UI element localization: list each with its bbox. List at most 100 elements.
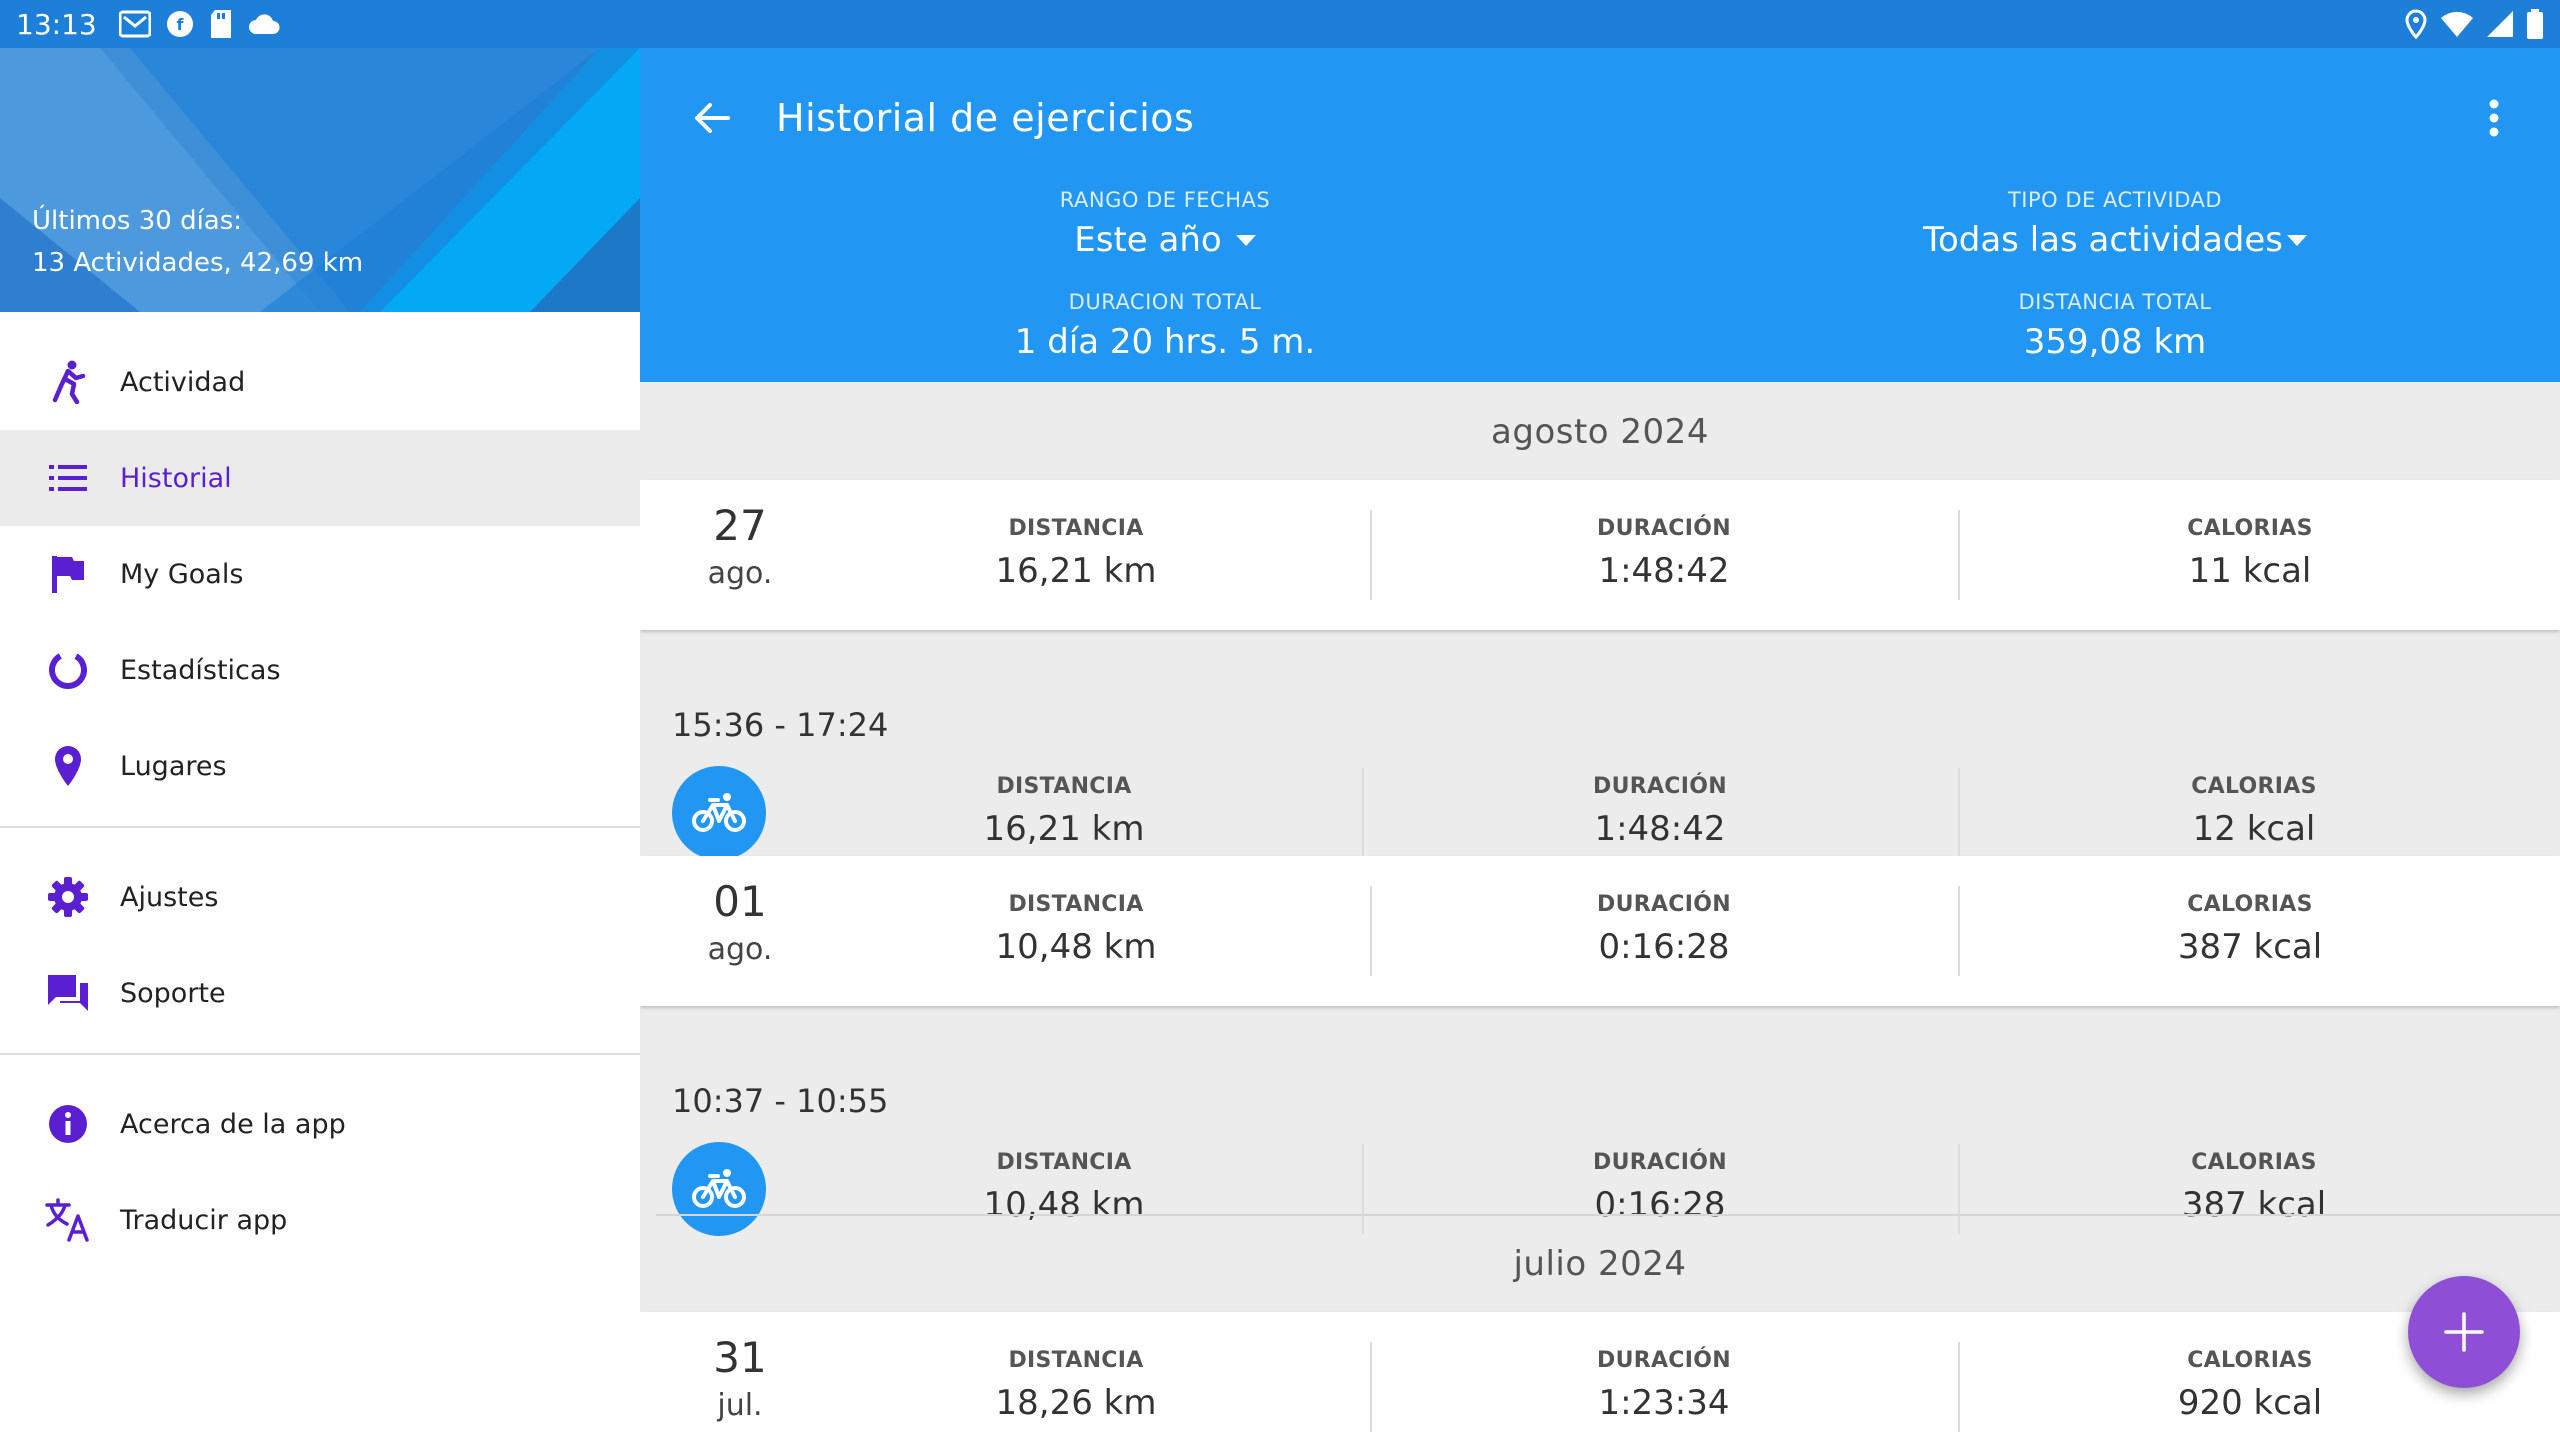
stat-value: 16,21 km <box>983 809 1145 849</box>
day-summary-row[interactable]: 01 ago. DISTANCIA 10,48 km DURACIÓN 0:16… <box>640 856 2560 1006</box>
drawer-item-label: My Goals <box>120 558 244 590</box>
status-time: 13:13 <box>16 7 97 41</box>
day-distance: DISTANCIA 16,21 km <box>876 516 1276 591</box>
stat-label: CALORIAS <box>2191 774 2317 799</box>
drawer-item-actividad[interactable]: Actividad <box>0 334 640 430</box>
status-bar: 13:13 f <box>0 0 2560 48</box>
flag-icon <box>44 550 92 598</box>
drawer-item-label: Lugares <box>120 750 227 782</box>
drawer-divider <box>0 1053 640 1055</box>
stat-value: 0:16:28 <box>1598 927 1730 967</box>
day-number: 01 <box>713 877 767 926</box>
day-number: 27 <box>713 501 767 550</box>
session-duration: DURACIÓN 1:48:42 <box>1460 774 1860 849</box>
total-duration: DURACION TOTAL 1 día 20 hrs. 5 m. <box>815 290 1515 362</box>
drawer-item-traducir[interactable]: Traducir app <box>0 1172 640 1268</box>
stat-value: 387 kcal <box>2177 927 2323 967</box>
stat-value: 16,21 km <box>995 551 1157 591</box>
day-number: 31 <box>713 1333 767 1382</box>
total-duration-value: 1 día 20 hrs. 5 m. <box>1014 322 1316 362</box>
running-person-icon <box>44 358 92 406</box>
navigation-drawer: Últimos 30 días: 13 Actividades, 42,69 k… <box>0 48 640 1440</box>
stat-label: DURACIÓN <box>1597 892 1731 917</box>
column-divider <box>1370 510 1372 600</box>
drawer-item-my-goals[interactable]: My Goals <box>0 526 640 622</box>
drawer-header: Últimos 30 días: 13 Actividades, 42,69 k… <box>0 48 640 312</box>
drawer-item-label: Soporte <box>120 977 226 1009</box>
gmail-icon <box>118 10 151 38</box>
app-bar: Historial de ejercicios RANGO DE FECHAS … <box>640 48 2560 382</box>
stat-value: 1:48:42 <box>1598 551 1730 591</box>
day-month: ago. <box>707 932 773 967</box>
column-divider <box>1958 1342 1960 1432</box>
day-summary-row[interactable]: 31 jul. DISTANCIA 18,26 km DURACIÓN 1:23… <box>640 1312 2560 1440</box>
stat-label: DURACIÓN <box>1597 516 1731 541</box>
total-distance-label: DISTANCIA TOTAL <box>2018 290 2212 314</box>
list-icon <box>44 454 92 502</box>
drawer-item-label: Historial <box>120 462 232 494</box>
stat-label: CALORIAS <box>2187 1348 2313 1373</box>
drawer-item-label: Ajustes <box>120 881 219 913</box>
date-range-value: Este año <box>1074 220 1222 260</box>
drawer-item-historial[interactable]: Historial <box>0 430 640 526</box>
drawer-item-acerca[interactable]: Acerca de la app <box>0 1076 640 1172</box>
day-summary-row[interactable]: 27 ago. DISTANCIA 16,21 km DURACIÓN 1:48… <box>640 480 2560 630</box>
caret-down-icon <box>2287 234 2308 246</box>
arrow-left-icon <box>695 103 730 133</box>
day-calories: CALORIAS 11 kcal <box>2050 516 2450 591</box>
activity-type-filter[interactable]: TIPO DE ACTIVIDAD Todas las actividades <box>1765 188 2465 260</box>
more-vert-icon <box>2489 99 2499 137</box>
add-activity-button[interactable] <box>2408 1276 2520 1388</box>
activity-type-badge <box>672 766 766 860</box>
svg-text:f: f <box>176 15 184 34</box>
location-icon <box>2404 9 2428 39</box>
stat-label: DISTANCIA <box>1008 892 1144 917</box>
drawer-divider <box>0 826 640 828</box>
info-icon <box>44 1100 92 1148</box>
stat-value: 18,26 km <box>995 1383 1157 1423</box>
overflow-menu-button[interactable] <box>2470 90 2518 146</box>
month-header: agosto 2024 <box>1491 412 1709 452</box>
translate-icon <box>44 1196 92 1244</box>
date-range-filter[interactable]: RANGO DE FECHAS Este año <box>815 188 1515 260</box>
bicycle-icon <box>692 1169 746 1208</box>
day-date: 01 ago. <box>660 876 820 972</box>
stat-value: 1:48:42 <box>1594 809 1726 849</box>
drawer-item-soporte[interactable]: Soporte <box>0 945 640 1041</box>
session-distance: DISTANCIA 16,21 km <box>864 774 1264 849</box>
drawer-item-ajustes[interactable]: Ajustes <box>0 849 640 945</box>
stat-label: DISTANCIA <box>996 774 1132 799</box>
activity-type-label: TIPO DE ACTIVIDAD <box>2007 188 2223 212</box>
wifi-icon <box>2440 10 2474 38</box>
total-distance: DISTANCIA TOTAL 359,08 km <box>1765 290 2465 362</box>
summary-totals: 13 Actividades, 42,69 km <box>32 248 364 278</box>
summary-period: Últimos 30 días: <box>32 206 243 236</box>
stat-value: 12 kcal <box>2192 809 2316 849</box>
session-time: 15:36 - 17:24 <box>672 706 889 744</box>
cloud-icon <box>247 12 281 36</box>
day-calories: CALORIAS 387 kcal <box>2050 892 2450 967</box>
column-divider <box>1958 510 1960 600</box>
stat-value: 1:23:34 <box>1598 1383 1730 1423</box>
drawer-item-estadisticas[interactable]: Estadísticas <box>0 622 640 718</box>
drawer-item-lugares[interactable]: Lugares <box>0 718 640 814</box>
day-month: jul. <box>717 1388 763 1423</box>
main-panel: Historial de ejercicios RANGO DE FECHAS … <box>640 48 2560 1440</box>
day-duration: DURACIÓN 1:48:42 <box>1464 516 1864 591</box>
total-distance-value: 359,08 km <box>2023 322 2207 362</box>
date-range-dropdown[interactable]: Este año <box>1074 220 1256 260</box>
day-month: ago. <box>707 556 773 591</box>
stat-label: DISTANCIA <box>996 1150 1132 1175</box>
day-date: 27 ago. <box>660 500 820 596</box>
bicycle-icon <box>692 793 746 832</box>
drawer-item-label: Acerca de la app <box>120 1108 346 1140</box>
back-button[interactable] <box>684 90 740 146</box>
caret-down-icon <box>1235 234 1256 246</box>
stat-label: CALORIAS <box>2187 516 2313 541</box>
day-duration: DURACIÓN 0:16:28 <box>1464 892 1864 967</box>
drawer-summary: Últimos 30 días: 13 Actividades, 42,69 k… <box>32 200 363 284</box>
battery-icon <box>2526 9 2544 39</box>
drawer-item-label: Traducir app <box>120 1204 288 1236</box>
activity-type-dropdown[interactable]: Todas las actividades <box>1923 220 2308 260</box>
stat-label: DURACIÓN <box>1597 1348 1731 1373</box>
